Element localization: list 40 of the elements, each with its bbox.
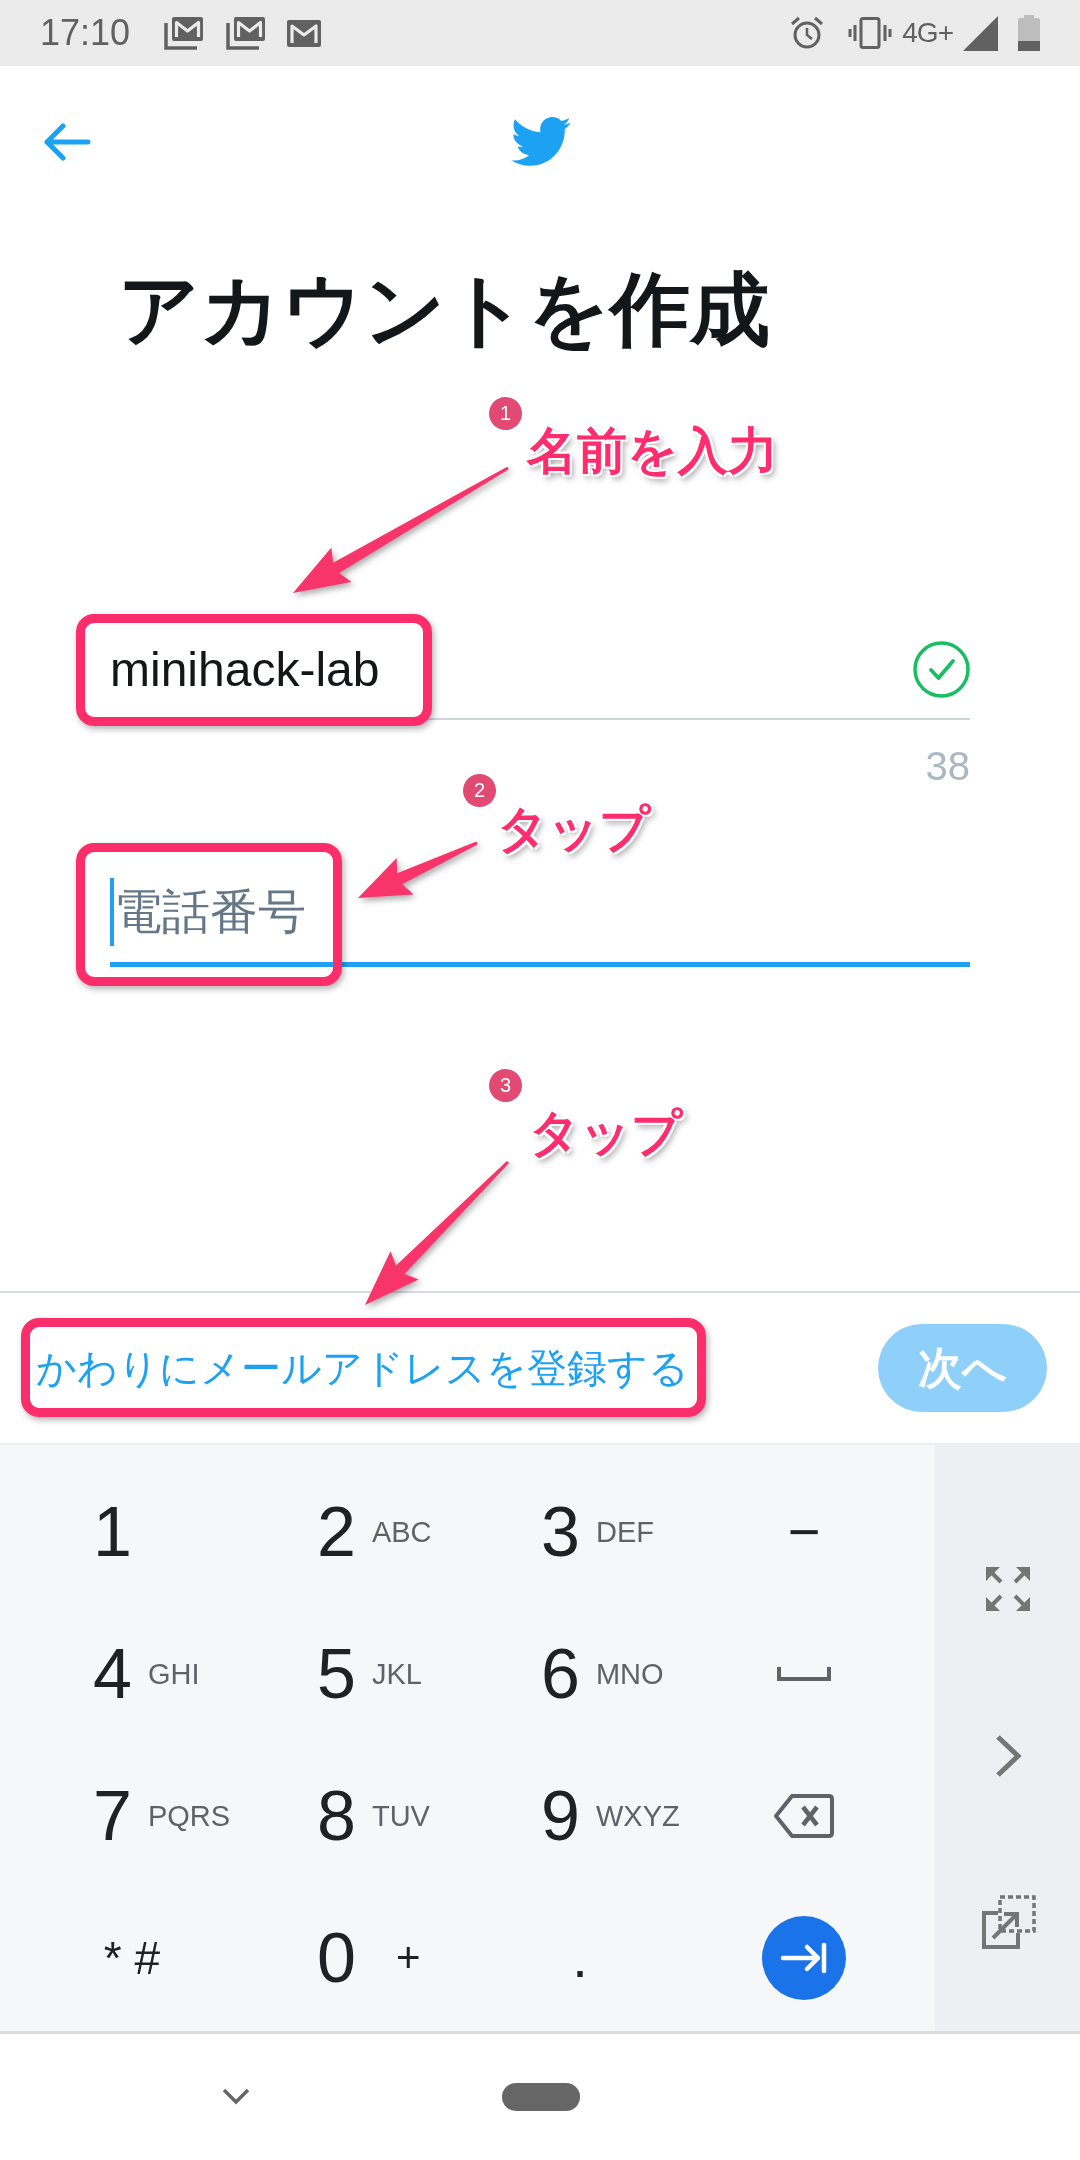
digit-key[interactable]: 6 MNO — [541, 1634, 664, 1714]
bird-icon — [509, 117, 571, 167]
back-arrow-icon[interactable] — [43, 123, 91, 161]
mail-icon — [287, 19, 322, 47]
mail-stack-icon — [163, 15, 206, 51]
character-counter: 38 — [925, 743, 970, 790]
annotation-label: タップ — [497, 801, 650, 857]
pop-out-icon[interactable] — [979, 1894, 1036, 1951]
digit-key[interactable]: 7 PQRS — [93, 1776, 231, 1856]
vibrate-icon — [848, 17, 893, 49]
digit-key[interactable]: 4 GHI — [93, 1634, 200, 1714]
symbol-key[interactable]: . — [572, 1918, 588, 1998]
digit-key[interactable]: 5 JKL — [317, 1634, 422, 1714]
digit-key[interactable]: 2 ABC — [317, 1492, 432, 1572]
chevron-down-icon[interactable] — [222, 2088, 250, 2106]
digit-key[interactable]: 8 TUV — [317, 1776, 430, 1856]
symbol-key[interactable]: − — [787, 1492, 821, 1572]
signal-icon — [963, 15, 998, 51]
digit-key[interactable]: 9 WXYZ — [541, 1776, 680, 1856]
home-pill[interactable] — [502, 2083, 580, 2111]
step-badge: 3 — [489, 1069, 522, 1102]
alarm-clock-icon — [790, 16, 825, 50]
fullscreen-icon[interactable] — [984, 1565, 1031, 1612]
annotation-label: タップ — [529, 1105, 682, 1161]
digit-key[interactable]: 1 — [93, 1492, 132, 1572]
backspace-icon[interactable] — [773, 1793, 835, 1839]
step-badge: 2 — [463, 774, 496, 807]
symbol-key[interactable]: * # — [103, 1918, 161, 1998]
page-title: アカウントを作成 — [118, 264, 770, 356]
text-cursor-icon — [110, 878, 114, 946]
input-field[interactable]: minihack-lab — [110, 620, 970, 720]
network-type: 4G+ — [902, 17, 953, 49]
digit-key[interactable]: 3 DEF — [541, 1492, 654, 1572]
clock-time: 17:10 — [40, 13, 131, 53]
step-badge: 1 — [489, 397, 522, 430]
digit-key[interactable]: 0 + — [317, 1918, 421, 1998]
mail-stack-icon — [225, 15, 268, 51]
battery-icon — [1018, 15, 1040, 51]
annotation-label: 名前を入力 — [527, 423, 778, 479]
space-bar-icon[interactable] — [777, 1666, 831, 1682]
